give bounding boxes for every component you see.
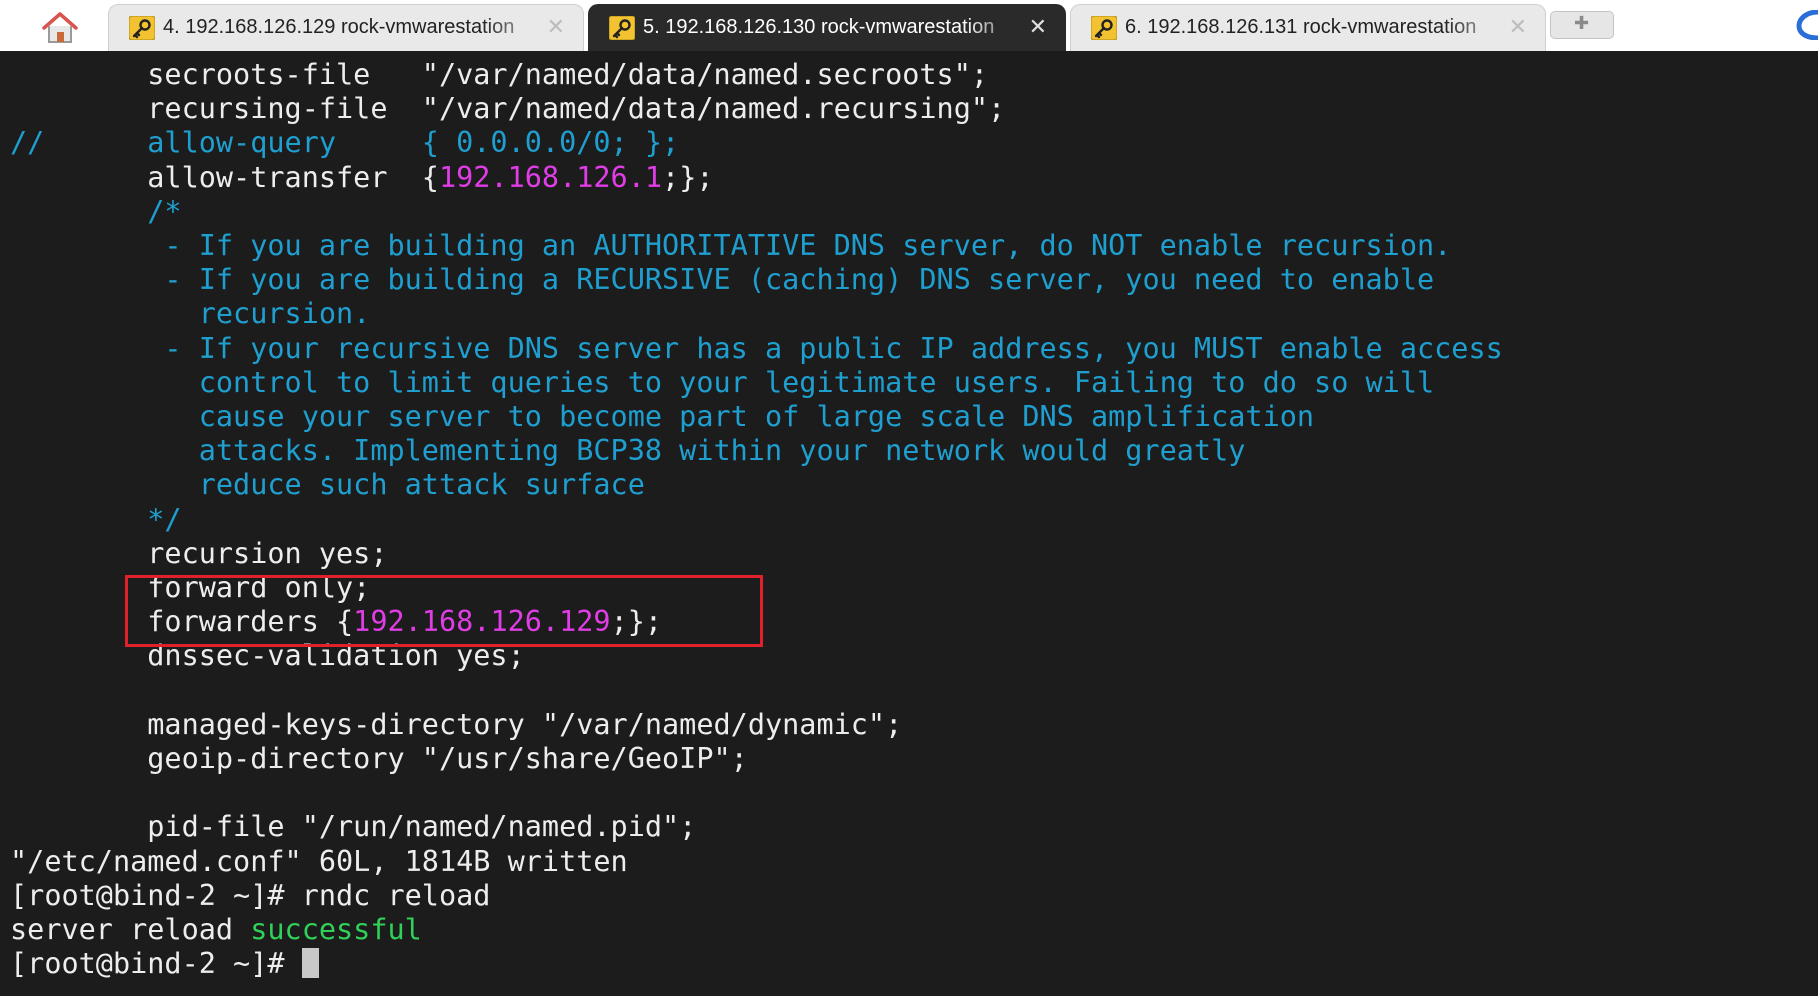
terminal-line: attacks. Implementing BCP38 within your … — [10, 434, 1246, 468]
plus-icon: ✚ — [1574, 13, 1590, 34]
terminal-line: allow-transfer {192.168.126.1;}; — [10, 160, 714, 194]
highlight-box — [125, 575, 763, 647]
new-tab-button[interactable]: ✚ — [1550, 11, 1614, 39]
tab-bar: 4. 192.168.126.129 rock-vmwarestation ✕ … — [0, 0, 1818, 52]
key-icon — [1091, 16, 1117, 40]
tab-session-6[interactable]: 6. 192.168.126.131 rock-vmwarestation ✕ — [1070, 4, 1546, 51]
home-tab[interactable] — [22, 5, 100, 48]
terminal-line: geoip-directory "/usr/share/GeoIP"; — [10, 742, 748, 775]
terminal-line: - If your recursive DNS server has a pub… — [10, 331, 1503, 365]
terminal-line: // allow-query { 0.0.0.0/0; }; — [10, 126, 680, 160]
terminal-line: server reload successful — [10, 913, 422, 946]
home-icon — [42, 12, 78, 43]
browser-icon[interactable] — [1796, 10, 1818, 40]
close-icon[interactable]: ✕ — [1509, 14, 1527, 40]
terminal-line: reduce such attack surface — [10, 468, 645, 502]
terminal-line: */ — [10, 502, 182, 536]
tab-session-5[interactable]: 5. 192.168.126.130 rock-vmwarestation ✕ — [588, 4, 1066, 51]
tab-label: 5. 192.168.126.130 rock-vmwarestation — [643, 16, 995, 38]
tab-label: 6. 192.168.126.131 rock-vmwarestation — [1125, 16, 1477, 38]
terminal-line: recursing-file "/var/named/data/named.re… — [10, 92, 1006, 126]
close-icon[interactable]: ✕ — [1029, 14, 1047, 40]
terminal-line: - If you are building an AUTHORITATIVE D… — [10, 229, 1452, 262]
terminal-line: recursion yes; — [10, 536, 388, 570]
terminal-line: [root@bind-2 ~]# rndc reload — [10, 878, 491, 912]
key-icon — [609, 16, 635, 40]
terminal-line: /* — [10, 194, 182, 228]
key-icon — [129, 16, 155, 40]
terminal-line: recursion. — [10, 297, 371, 331]
terminal-line: control to limit queries to your legitim… — [10, 365, 1435, 399]
tab-label: 4. 192.168.126.129 rock-vmwarestation — [163, 16, 515, 38]
terminal-line: secroots-file "/var/named/data/named.sec… — [10, 58, 989, 91]
terminal-line: "/etc/named.conf" 60L, 1814B written — [10, 844, 628, 878]
terminal-line: [root@bind-2 ~]# — [10, 947, 319, 981]
terminal-cursor — [301, 948, 319, 979]
terminal-line: - If you are building a RECURSIVE (cachi… — [10, 263, 1435, 297]
close-icon[interactable]: ✕ — [547, 14, 565, 40]
terminal-line: cause your server to become part of larg… — [10, 400, 1315, 433]
terminal-output[interactable]: secroots-file "/var/named/data/named.sec… — [0, 51, 1818, 996]
tab-session-4[interactable]: 4. 192.168.126.129 rock-vmwarestation ✕ — [108, 4, 584, 51]
terminal-line: managed-keys-directory "/var/named/dynam… — [10, 707, 903, 741]
terminal-line: pid-file "/run/named/named.pid"; — [10, 810, 697, 844]
